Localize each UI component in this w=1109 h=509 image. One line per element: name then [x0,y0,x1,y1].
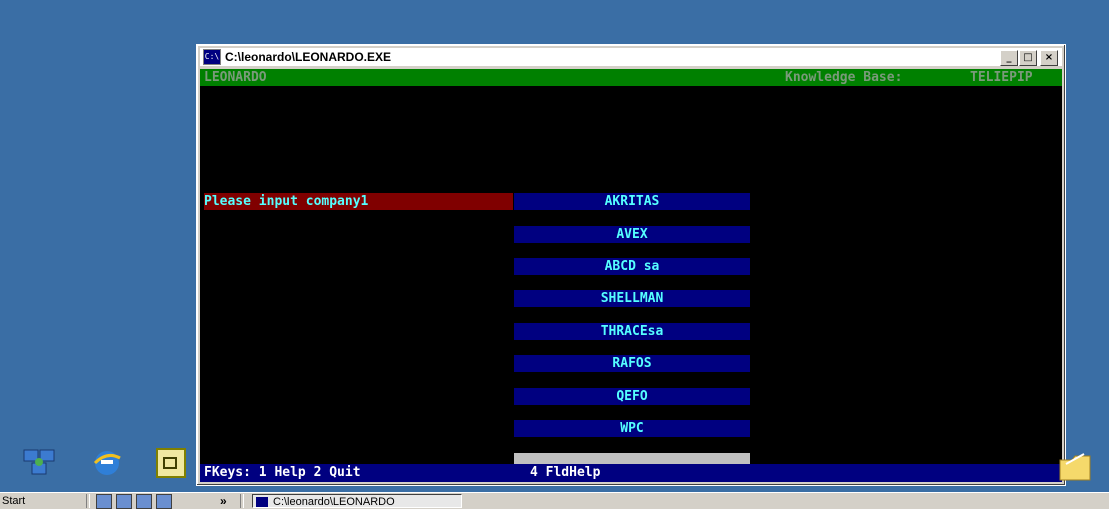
internet-explorer-icon[interactable] [90,446,124,480]
quick-launch-icon[interactable] [116,494,132,509]
knowledge-base-name: TELIEPIP [970,70,1033,85]
company-option[interactable]: QEFO [514,388,750,405]
network-icon[interactable] [22,446,56,480]
console-window: C:\ C:\leonardo\LEONARDO.EXE _ □ × LEONA… [196,44,1066,486]
minimize-button[interactable]: _ [1000,50,1018,66]
folder-icon[interactable] [1058,450,1094,484]
taskbar-separator [86,494,90,508]
shortcut-icon[interactable] [154,446,188,480]
app-name: LEONARDO [204,70,267,85]
console-app-icon: C:\ [203,49,221,65]
taskbar-item-leonardo[interactable]: C:\leonardo\LEONARDO [252,494,462,508]
window-titlebar[interactable]: C:\ C:\leonardo\LEONARDO.EXE _ □ × [200,48,1062,66]
quick-launch-icon[interactable] [96,494,112,509]
taskbar-separator [240,494,244,508]
taskbar-item-label: C:\leonardo\LEONARDO [273,496,395,508]
fkeys-help-quit: FKeys: 1 Help 2 Quit [204,465,361,480]
console-area[interactable]: LEONARDO Knowledge Base: TELIEPIP Please… [200,69,1062,482]
function-keys-bar: FKeys: 1 Help 2 Quit 4 FldHelp [200,464,1062,482]
app-header-bar: LEONARDO Knowledge Base: TELIEPIP [200,69,1062,86]
quick-launch-expand[interactable]: » [220,493,227,509]
close-button[interactable]: × [1040,50,1058,66]
knowledge-base-label: Knowledge Base: [785,70,903,85]
window-title: C:\leonardo\LEONARDO.EXE [225,50,392,64]
company-option[interactable]: SHELLMAN [514,290,750,307]
company-option[interactable]: WPC [514,420,750,437]
maximize-button[interactable]: □ [1019,50,1037,66]
quick-launch-icon[interactable] [156,494,172,509]
console-task-icon [256,497,268,507]
company-option[interactable]: RAFOS [514,355,750,372]
company-option[interactable]: ABCD sa [514,258,750,275]
start-button[interactable]: Start [2,494,42,508]
quick-launch [96,494,172,509]
company-option[interactable]: AKRITAS [514,193,750,210]
input-prompt: Please input company1 [204,193,513,210]
quick-launch-icon[interactable] [136,494,152,509]
company-option[interactable]: THRACEsa [514,323,750,340]
fkeys-fldhelp: 4 FldHelp [530,465,601,480]
company-option[interactable]: AVEX [514,226,750,243]
taskbar: Start » C:\leonardo\LEONARDO [0,492,1109,509]
